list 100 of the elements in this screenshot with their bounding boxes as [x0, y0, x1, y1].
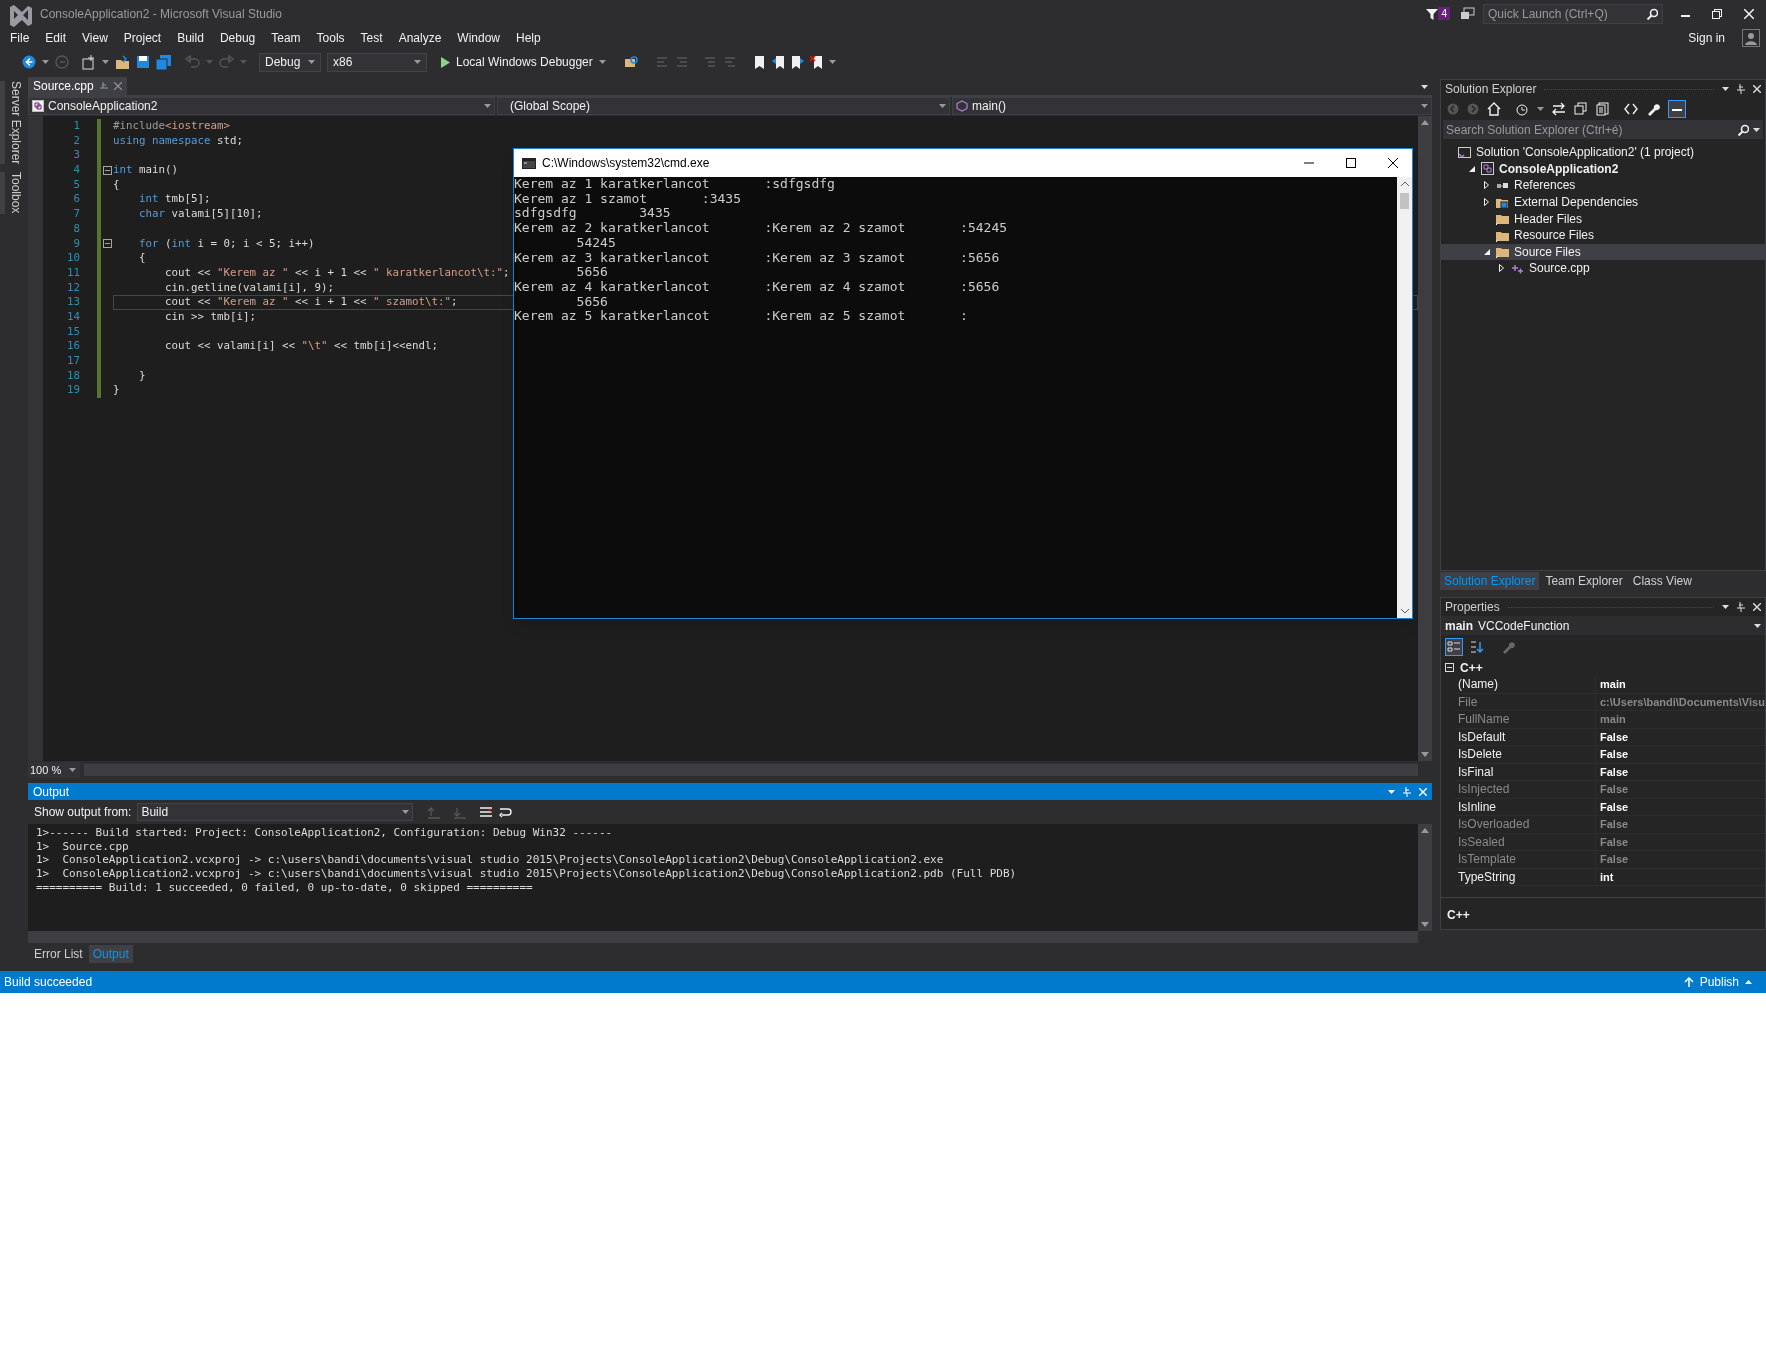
- tree-item[interactable]: ConsoleApplication2: [1441, 160, 1765, 178]
- search-icon[interactable]: [1646, 7, 1658, 20]
- menu-item[interactable]: Window: [449, 29, 508, 47]
- scroll-up-icon[interactable]: [1421, 120, 1429, 125]
- scroll-down-icon[interactable]: [1421, 922, 1429, 927]
- clear-bookmarks-icon[interactable]: [809, 55, 823, 69]
- tree-item[interactable]: Header Files: [1441, 210, 1765, 227]
- scroll-down-icon[interactable]: [1400, 608, 1409, 614]
- menu-item[interactable]: Debug: [211, 29, 264, 47]
- panel-tab[interactable]: Team Explorer: [1541, 572, 1627, 590]
- output-source-dropdown[interactable]: Build: [137, 803, 414, 821]
- caret-icon[interactable]: [102, 60, 109, 64]
- menu-item[interactable]: Test: [352, 29, 391, 47]
- clear-all-icon[interactable]: [479, 805, 494, 819]
- new-project-icon[interactable]: [81, 54, 96, 70]
- caret-icon[interactable]: [1753, 127, 1760, 132]
- menu-item[interactable]: Project: [115, 29, 170, 47]
- open-folder-icon[interactable]: [115, 54, 130, 70]
- scroll-down-icon[interactable]: [1421, 752, 1429, 757]
- menu-item[interactable]: Analyze: [390, 29, 450, 47]
- tree-item[interactable]: Resource Files: [1441, 226, 1765, 244]
- avatar-icon[interactable]: [1742, 29, 1760, 47]
- feedback-icon[interactable]: [1460, 7, 1475, 20]
- object-dropdown[interactable]: main VCCodeFunction: [1441, 616, 1765, 635]
- collapse-icon[interactable]: [102, 239, 112, 249]
- scrollbar[interactable]: [1418, 116, 1432, 761]
- property-value[interactable]: False: [1596, 746, 1629, 763]
- caret-icon[interactable]: [1537, 107, 1544, 111]
- sync-icon[interactable]: [1552, 102, 1566, 116]
- caret-icon[interactable]: [1722, 87, 1729, 91]
- property-value[interactable]: int: [1596, 868, 1614, 885]
- notification-badge[interactable]: 4: [1438, 7, 1450, 20]
- collapsed-icon[interactable]: [1483, 181, 1491, 190]
- caret-icon[interactable]: [828, 60, 836, 64]
- wrench-icon[interactable]: [1646, 102, 1660, 116]
- expanded-icon[interactable]: [1483, 247, 1491, 256]
- tree-item[interactable]: Source.cpp: [1441, 260, 1765, 277]
- panel-tab[interactable]: Error List: [30, 945, 87, 963]
- menu-item[interactable]: Tools: [308, 29, 353, 47]
- collapse-icon[interactable]: [102, 165, 112, 175]
- find-in-files-icon[interactable]: [623, 54, 639, 70]
- home-icon[interactable]: [1487, 102, 1501, 116]
- close-icon[interactable]: [1388, 158, 1398, 168]
- restore-icon[interactable]: [1712, 8, 1722, 19]
- previous-bookmark-icon[interactable]: [771, 55, 785, 69]
- scrollbar[interactable]: [1397, 177, 1412, 618]
- sort-alphabetical-icon[interactable]: [1469, 640, 1485, 654]
- tree-item[interactable]: References: [1441, 177, 1765, 194]
- scroll-thumb[interactable]: [1400, 193, 1409, 209]
- property-value[interactable]: False: [1596, 798, 1629, 815]
- caret-icon[interactable]: [1722, 605, 1729, 609]
- preview-icon[interactable]: [1668, 100, 1686, 118]
- tree-item[interactable]: Source Files: [1441, 243, 1765, 261]
- back-icon[interactable]: [22, 55, 36, 69]
- property-value[interactable]: main: [1596, 676, 1626, 693]
- menu-item[interactable]: Build: [169, 29, 212, 47]
- show-all-files-icon[interactable]: [1596, 102, 1610, 116]
- save-icon[interactable]: [136, 55, 150, 69]
- menu-item[interactable]: Edit: [37, 29, 75, 47]
- scrollbar[interactable]: [28, 931, 1418, 943]
- pin-icon[interactable]: [1737, 602, 1745, 612]
- scrollbar[interactable]: [1418, 824, 1432, 931]
- caret-icon[interactable]: [42, 60, 49, 64]
- expanded-icon[interactable]: [1468, 164, 1476, 173]
- menu-item[interactable]: Help: [508, 29, 549, 47]
- zoom-dropdown[interactable]: 100 %: [28, 762, 80, 778]
- caret-icon[interactable]: [1421, 85, 1428, 89]
- property-value[interactable]: False: [1596, 728, 1629, 745]
- word-wrap-icon[interactable]: [499, 805, 514, 819]
- search-icon[interactable]: [1737, 123, 1749, 136]
- project-dropdown[interactable]: ConsoleApplication2: [28, 97, 495, 115]
- filter-icon[interactable]: [1426, 7, 1439, 20]
- panel-tab[interactable]: Class View: [1628, 572, 1696, 590]
- bookmark-icon[interactable]: [752, 55, 766, 69]
- scroll-up-icon[interactable]: [1421, 828, 1429, 833]
- collapsed-icon[interactable]: [1498, 264, 1506, 273]
- code-icon[interactable]: [1624, 102, 1638, 116]
- search-field[interactable]: Search Solution Explorer (Ctrl+é): [1443, 120, 1763, 139]
- menu-item[interactable]: View: [74, 29, 116, 47]
- member-dropdown[interactable]: main(): [952, 97, 1432, 115]
- menu-item[interactable]: Team: [263, 29, 309, 47]
- history-icon[interactable]: [1515, 102, 1529, 116]
- sign-in-link[interactable]: Sign in: [1688, 29, 1725, 47]
- platform-dropdown[interactable]: x86: [327, 52, 427, 72]
- quick-launch-field[interactable]: Quick Launch (Ctrl+Q): [1483, 3, 1663, 24]
- property-value[interactable]: False: [1596, 763, 1629, 780]
- scope-dropdown[interactable]: (Global Scope): [497, 97, 950, 115]
- publish-button[interactable]: Publish: [1683, 973, 1752, 991]
- collapse-all-icon[interactable]: [1574, 102, 1588, 116]
- tree-item[interactable]: External Dependencies: [1441, 193, 1765, 211]
- save-all-icon[interactable]: [156, 54, 171, 70]
- scroll-up-icon[interactable]: [1400, 181, 1409, 187]
- start-debugging-button[interactable]: Local Windows Debugger: [437, 52, 610, 72]
- maximize-icon[interactable]: [1346, 158, 1356, 168]
- categorized-icon[interactable]: [1445, 638, 1463, 656]
- next-bookmark-icon[interactable]: [790, 55, 804, 69]
- pin-icon[interactable]: [1737, 84, 1745, 94]
- menu-item[interactable]: File: [2, 29, 38, 47]
- configuration-dropdown[interactable]: Debug: [259, 52, 321, 72]
- collapsed-icon[interactable]: [1483, 198, 1491, 207]
